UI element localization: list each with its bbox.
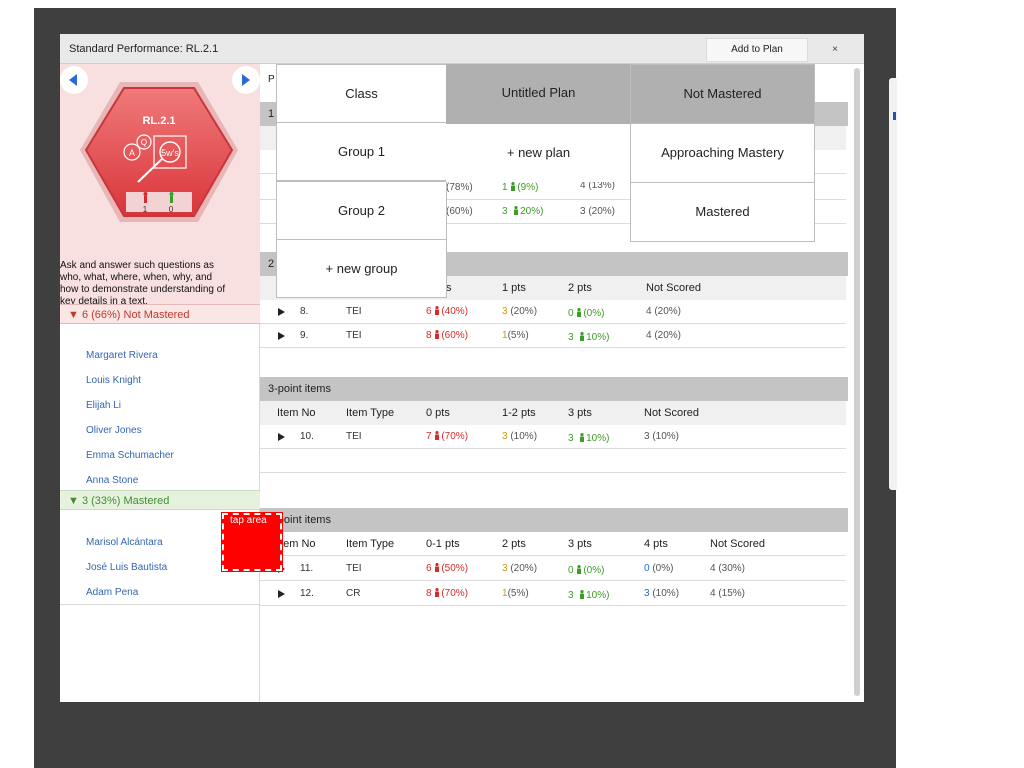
- standard-description: Ask and answer such questions as who, wh…: [60, 260, 226, 307]
- standard-hexagon-badge: RL.2.1 A Q 5w's 1 0: [80, 82, 238, 222]
- svg-text:A: A: [129, 148, 135, 158]
- dialog-titlebar: Standard Performance: RL.2.1 Add to Plan…: [60, 34, 864, 64]
- not-mastered-count: 1: [143, 205, 148, 214]
- student-link[interactable]: Adam Pena: [86, 587, 138, 598]
- divider: [60, 604, 260, 605]
- person-icon: [435, 588, 440, 597]
- menu-option-new-group[interactable]: + new group: [276, 239, 447, 298]
- empty-row: [260, 449, 846, 473]
- dialog-title: Standard Performance: RL.2.1: [69, 43, 219, 55]
- menu-option-approaching-mastery[interactable]: Approaching Mastery: [630, 123, 815, 183]
- person-icon: [577, 565, 582, 574]
- menu-option-group-2[interactable]: Group 2: [276, 181, 447, 240]
- svg-text:Q: Q: [141, 138, 147, 147]
- panel-edge-marker: [893, 112, 896, 120]
- section-bar-3-point: 3-point items: [260, 377, 848, 401]
- person-icon: [580, 332, 585, 341]
- not-mastered-group-toggle[interactable]: ▼ 6 (66%) Not Mastered: [60, 304, 260, 324]
- person-icon: [577, 308, 582, 317]
- person-icon: [580, 433, 585, 442]
- previous-standard-button[interactable]: [60, 66, 88, 94]
- menu-option-mastered[interactable]: Mastered: [630, 182, 815, 242]
- chevron-left-icon: [69, 74, 77, 86]
- student-link[interactable]: Anna Stone: [86, 475, 138, 486]
- person-icon: [435, 563, 440, 572]
- item-row-10[interactable]: 10. TEI 7 (70%) 3 (10%) 3 10%) 3 (10%): [260, 425, 846, 449]
- menu-option-group-1[interactable]: Group 1: [276, 122, 447, 181]
- expand-row-icon[interactable]: [278, 433, 285, 441]
- chevron-right-icon: [242, 74, 250, 86]
- menu-option-new-plan[interactable]: + new plan: [446, 124, 631, 182]
- menu-option-not-mastered[interactable]: Not Mastered: [630, 64, 815, 124]
- column-header-row: Item No Item Type 0-1 pts 2 pts 3 pts 4 …: [260, 532, 846, 556]
- menu-option-class[interactable]: Class: [276, 64, 447, 123]
- expand-row-icon[interactable]: [278, 332, 285, 340]
- tap-area-marker[interactable]: tap area: [221, 512, 283, 572]
- next-standard-button[interactable]: [232, 66, 260, 94]
- student-link[interactable]: Emma Schumacher: [86, 450, 174, 461]
- student-link[interactable]: Elijah Li: [86, 400, 121, 411]
- vertical-scrollbar[interactable]: [854, 68, 860, 696]
- background-panel-edge: [889, 78, 897, 490]
- mastered-group-toggle[interactable]: ▼ 3 (33%) Mastered: [60, 490, 260, 510]
- add-to-plan-menu: Class Group 1 Group 2 + new group Untitl…: [274, 64, 816, 298]
- person-icon: [435, 330, 440, 339]
- menu-option-untitled-plan[interactable]: Untitled Plan: [446, 64, 631, 124]
- standard-code: RL.2.1: [142, 115, 175, 127]
- person-icon: [435, 306, 440, 315]
- standard-sidebar: RL.2.1 A Q 5w's 1 0 Ask and answer such …: [60, 64, 260, 702]
- section-bar-4-point: 4-point items: [260, 508, 848, 532]
- person-icon: [435, 431, 440, 440]
- item-row-11[interactable]: 11. TEI 6 (50%) 3 (20%) 0 (0%) 0 (0%) 4 …: [260, 557, 846, 581]
- column-header-row: Item No Item Type 0 pts 1-2 pts 3 pts No…: [260, 401, 846, 425]
- item-row-12[interactable]: 12. CR 8 (70%) 1(5%) 3 10%) 3 (10%) 4 (1…: [260, 582, 846, 606]
- svg-text:5w's: 5w's: [161, 148, 179, 158]
- student-link[interactable]: Margaret Rivera: [86, 350, 158, 361]
- add-to-plan-button[interactable]: Add to Plan: [706, 38, 808, 62]
- standard-card: RL.2.1 A Q 5w's 1 0 Ask and answer such …: [60, 64, 260, 307]
- person-icon: [580, 590, 585, 599]
- expand-row-icon[interactable]: [278, 590, 285, 598]
- close-button[interactable]: ×: [820, 38, 850, 62]
- student-link[interactable]: Louis Knight: [86, 375, 141, 386]
- screen: Standard Performance: RL.2.1 Add to Plan…: [0, 0, 1024, 768]
- item-row-8[interactable]: 8. TEI 6 (40%) 3 (20%) 0 (0%) 4 (20%): [260, 300, 846, 324]
- student-link[interactable]: Marisol Alcántara: [86, 537, 163, 548]
- mastered-count: 0: [169, 205, 174, 214]
- student-link[interactable]: Oliver Jones: [86, 425, 142, 436]
- student-link[interactable]: José Luis Bautista: [86, 562, 167, 573]
- tap-area-label: tap area: [230, 515, 267, 526]
- expand-row-icon[interactable]: [278, 308, 285, 316]
- item-row-9[interactable]: 9. TEI 8 (60%) 1(5%) 3 10%) 4 (20%): [260, 324, 846, 348]
